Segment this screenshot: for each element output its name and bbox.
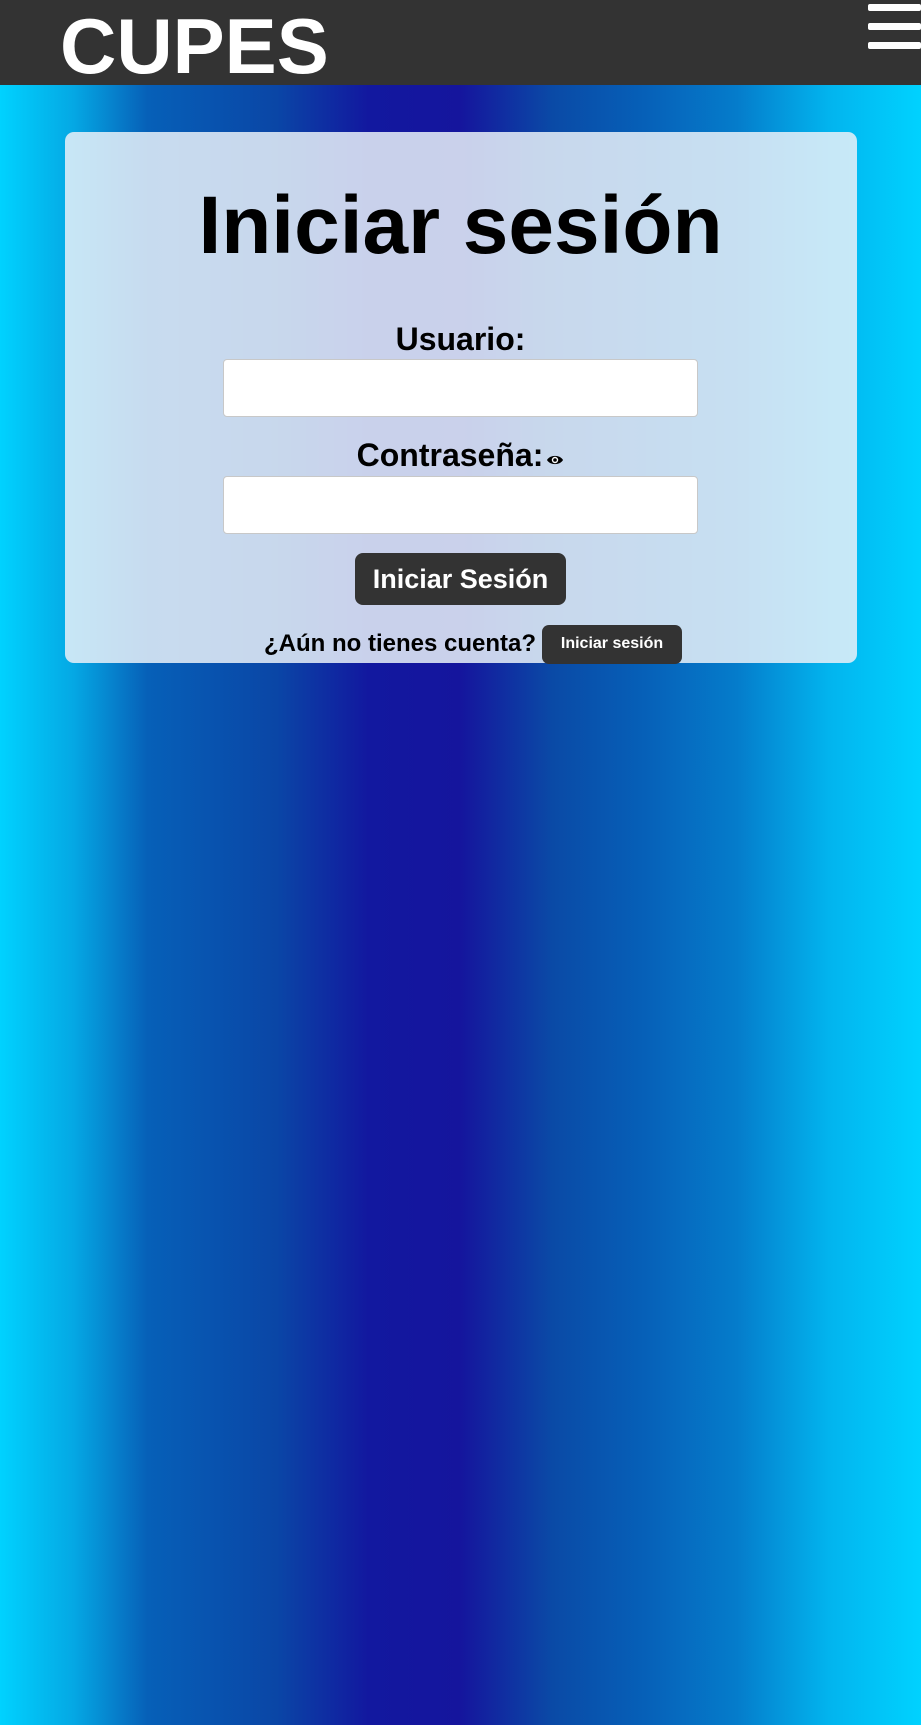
password-input[interactable] [223, 476, 698, 534]
eye-icon[interactable] [546, 437, 564, 475]
username-input[interactable] [223, 359, 698, 417]
password-label-text: Contraseña: [356, 437, 544, 473]
register-row: ¿Aún no tienes cuenta? Iniciar sesión [264, 624, 683, 664]
register-prompt: ¿Aún no tienes cuenta? [264, 630, 537, 657]
hamburger-line [868, 4, 921, 11]
top-navbar: CUPES [0, 0, 921, 90]
register-button[interactable]: Iniciar sesión [542, 624, 683, 664]
login-title: Iniciar sesión [198, 180, 723, 271]
hamburger-line [868, 23, 921, 30]
login-submit-button[interactable]: Iniciar Sesión [355, 553, 566, 605]
username-label: Usuario: [0, 320, 921, 358]
hamburger-line [868, 42, 921, 49]
password-label: Contraseña: [0, 436, 921, 475]
username-label-text: Usuario: [395, 321, 526, 357]
brand-logo[interactable]: CUPES [60, 2, 329, 90]
hamburger-menu-icon[interactable] [868, 4, 921, 52]
